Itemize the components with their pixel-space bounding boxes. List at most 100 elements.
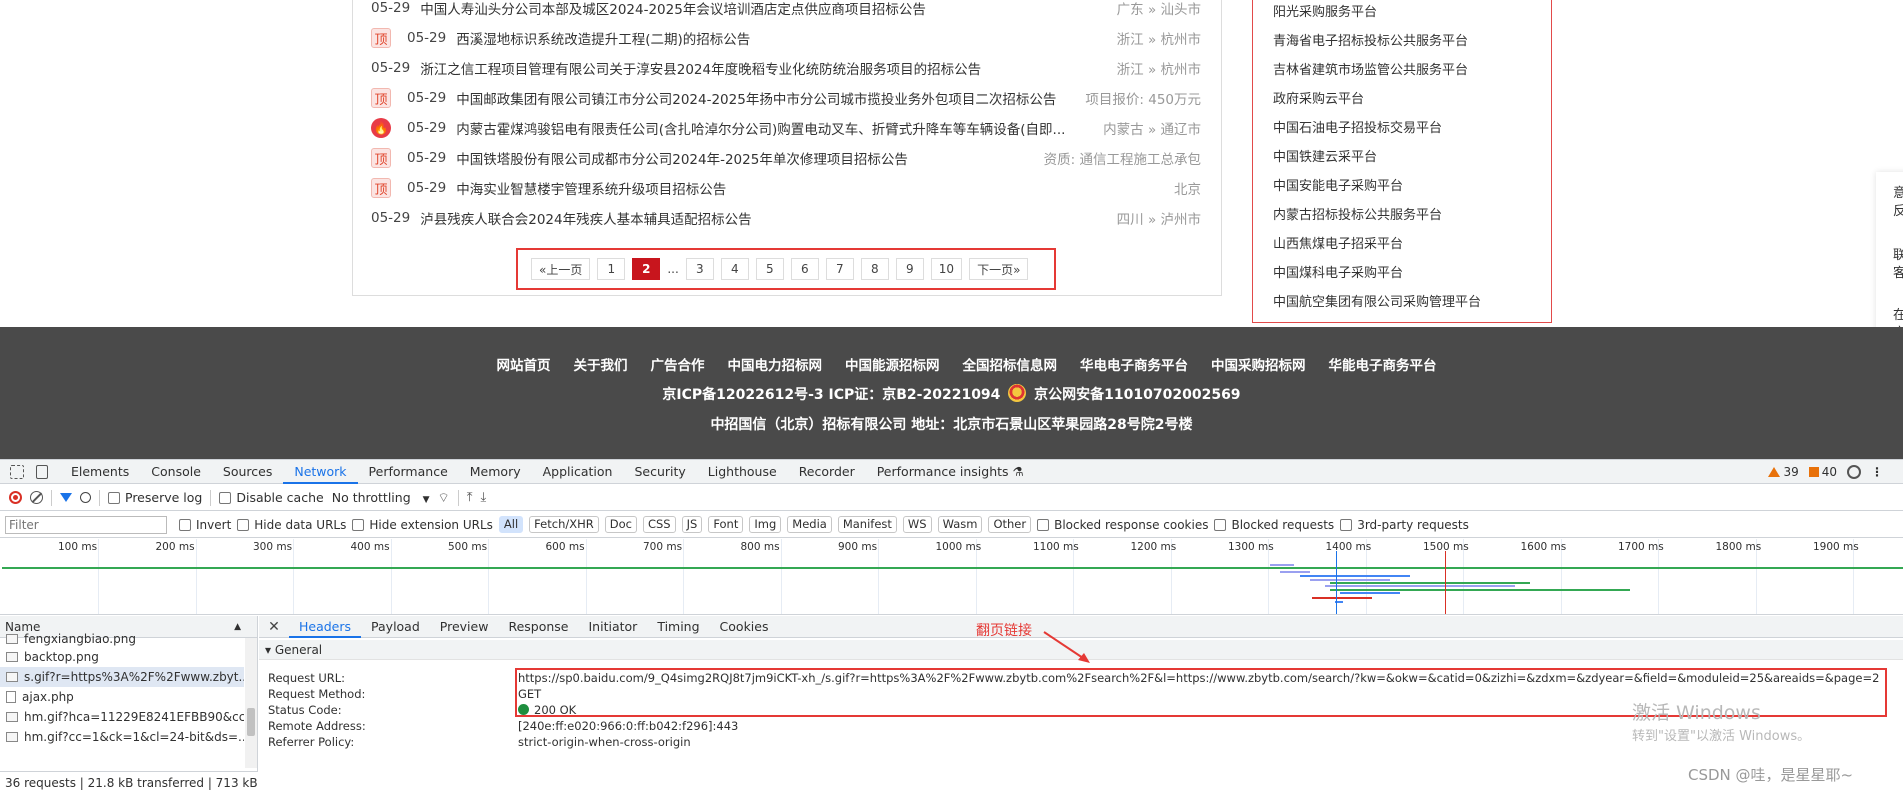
blocked-requests-checkbox[interactable]: Blocked requests bbox=[1214, 518, 1334, 532]
footer-link[interactable]: 网站首页 bbox=[497, 354, 551, 374]
tab-cookies[interactable]: Cookies bbox=[710, 616, 779, 638]
device-toolbar-icon[interactable] bbox=[36, 464, 48, 479]
issues-count[interactable]: 40 bbox=[1808, 465, 1837, 479]
tab-lighthouse[interactable]: Lighthouse bbox=[697, 460, 788, 484]
platform-link[interactable]: 中国煤科电子采购平台 bbox=[1273, 262, 1403, 281]
item-region[interactable]: 内蒙古 » 通辽市 bbox=[1103, 118, 1201, 138]
platform-link[interactable]: 中国航空集团有限公司采购管理平台 bbox=[1273, 291, 1481, 310]
type-filter-manifest[interactable]: Manifest bbox=[837, 516, 897, 533]
tab-console[interactable]: Console bbox=[140, 460, 212, 484]
request-row[interactable]: hm.gif?hca=11229E8241EFBB90&cc... bbox=[0, 707, 244, 727]
hide-extension-urls-checkbox[interactable]: Hide extension URLs bbox=[352, 518, 493, 532]
page-button[interactable]: 3 bbox=[685, 258, 714, 280]
footer-link[interactable]: 中国采购招标网 bbox=[1211, 354, 1306, 374]
item-title[interactable]: 浙江之信工程项目管理有限公司关于淳安县2024年度晚稻专业化统防统治服务项目的招… bbox=[420, 58, 1106, 78]
footer-link[interactable]: 全国招标信息网 bbox=[963, 354, 1058, 374]
search-icon[interactable] bbox=[80, 492, 91, 503]
item-title[interactable]: 泸县残疾人联合会2024年残疾人基本辅具适配招标公告 bbox=[420, 208, 1106, 228]
import-har-icon[interactable]: ⤒ bbox=[467, 490, 473, 505]
type-filter-media[interactable]: Media bbox=[787, 516, 832, 533]
request-url-value[interactable]: https://sp0.baidu.com/9_Q4simg2RQJ8t7jm9… bbox=[518, 671, 1879, 685]
tab-elements[interactable]: Elements bbox=[60, 460, 140, 484]
third-party-checkbox[interactable]: 3rd-party requests bbox=[1340, 518, 1469, 532]
current-page-button[interactable]: 2 bbox=[632, 258, 661, 280]
tab-initiator[interactable]: Initiator bbox=[579, 616, 648, 638]
network-conditions-icon[interactable]: ⌔ bbox=[438, 490, 450, 506]
footer-link[interactable]: 华电电子商务平台 bbox=[1080, 354, 1188, 374]
tab-performance-insights[interactable]: Performance insights ⚗ bbox=[866, 460, 1035, 484]
footer-link[interactable]: 关于我们 bbox=[574, 354, 628, 374]
list-item[interactable]: 05-29 浙江之信工程项目管理有限公司关于淳安县2024年度晚稻专业化统防统治… bbox=[371, 53, 1201, 83]
item-title[interactable]: 中国铁塔股份有限公司成都市分公司2024年-2025年单次修理项目招标公告 bbox=[456, 148, 1033, 168]
network-overview[interactable]: 100 ms 200 ms 300 ms 400 ms 500 ms 600 ms 700 … bbox=[0, 539, 1903, 615]
item-region[interactable]: 浙江 » 杭州市 bbox=[1117, 28, 1201, 48]
tab-memory[interactable]: Memory bbox=[459, 460, 532, 484]
request-method-value[interactable]: GET bbox=[518, 687, 541, 701]
prev-page-button[interactable]: «上一页 bbox=[531, 258, 591, 280]
platform-link[interactable]: 内蒙古招标投标公共服务平台 bbox=[1273, 204, 1442, 223]
hide-data-urls-checkbox[interactable]: Hide data URLs bbox=[237, 518, 346, 532]
close-icon[interactable]: ✕ bbox=[259, 619, 289, 635]
footer-link[interactable]: 广告合作 bbox=[651, 354, 705, 374]
page-button[interactable]: 1 bbox=[597, 258, 626, 280]
platform-link[interactable]: 阳光采购服务平台 bbox=[1273, 1, 1377, 20]
request-list-scrollbar[interactable] bbox=[245, 638, 257, 768]
feedback-button[interactable]: 意见 反馈 bbox=[1876, 185, 1903, 221]
type-filter-wasm[interactable]: Wasm bbox=[937, 516, 983, 533]
page-button[interactable]: 9 bbox=[895, 258, 924, 280]
public-security-record[interactable]: 京公网安备11010702002569 bbox=[1034, 387, 1240, 403]
type-filter-other[interactable]: Other bbox=[988, 516, 1032, 533]
page-button[interactable]: 8 bbox=[860, 258, 889, 280]
tab-application[interactable]: Application bbox=[532, 460, 624, 484]
tab-timing[interactable]: Timing bbox=[647, 616, 709, 638]
list-item[interactable]: 05-29 中国人寿汕头分公司本部及城区2024-2025年会议培训酒店定点供应… bbox=[371, 0, 1201, 23]
item-title[interactable]: 西溪湿地标识系统改造提升工程(二期)的招标公告 bbox=[456, 28, 1106, 48]
platform-link[interactable]: 中国铁建云采平台 bbox=[1273, 146, 1377, 165]
blocked-cookies-checkbox[interactable]: Blocked response cookies bbox=[1037, 518, 1208, 532]
platform-link[interactable]: 山西焦煤电子招采平台 bbox=[1273, 233, 1403, 252]
type-filter-font[interactable]: Font bbox=[708, 516, 744, 533]
tab-network[interactable]: Network bbox=[283, 460, 358, 484]
contact-service-button[interactable]: 联系 客服 bbox=[1876, 247, 1903, 283]
item-title[interactable]: 中海实业智慧楼宇管理系统升级项目招标公告 bbox=[456, 178, 1164, 198]
page-button[interactable]: 10 bbox=[930, 258, 963, 280]
footer-link[interactable]: 中国能源招标网 bbox=[845, 354, 940, 374]
icp-license[interactable]: 京ICP备12022612号-3 ICP证：京B2-20221094 bbox=[662, 387, 1000, 403]
item-title[interactable]: 中国人寿汕头分公司本部及城区2024-2025年会议培训酒店定点供应商项目招标公… bbox=[420, 0, 1106, 18]
tab-payload[interactable]: Payload bbox=[361, 616, 430, 638]
type-filter-js[interactable]: JS bbox=[681, 516, 703, 533]
item-title[interactable]: 中国邮政集团有限公司镇江市分公司2024-2025年扬中市分公司城市揽投业务外包… bbox=[456, 88, 1075, 108]
type-filter-all[interactable]: All bbox=[498, 516, 524, 533]
scrollbar-thumb[interactable] bbox=[247, 708, 255, 736]
page-button[interactable]: 5 bbox=[755, 258, 784, 280]
type-filter-ws[interactable]: WS bbox=[902, 516, 932, 533]
footer-link[interactable]: 中国电力招标网 bbox=[728, 354, 823, 374]
page-button[interactable]: 7 bbox=[825, 258, 854, 280]
list-item[interactable]: 顶 05-29 中国铁塔股份有限公司成都市分公司2024年-2025年单次修理项… bbox=[371, 143, 1201, 173]
filter-icon[interactable] bbox=[60, 493, 72, 502]
list-item[interactable]: 顶 05-29 西溪湿地标识系统改造提升工程(二期)的招标公告 浙江 » 杭州市 bbox=[371, 23, 1201, 53]
invert-checkbox[interactable]: Invert bbox=[179, 518, 231, 532]
platform-link[interactable]: 青海省电子招标投标公共服务平台 bbox=[1273, 30, 1468, 49]
type-filter-doc[interactable]: Doc bbox=[604, 516, 637, 533]
throttling-select[interactable]: No throttling ▼ bbox=[332, 490, 430, 505]
inspect-element-icon[interactable] bbox=[10, 464, 24, 479]
tab-performance[interactable]: Performance bbox=[358, 460, 459, 484]
tab-recorder[interactable]: Recorder bbox=[788, 460, 866, 484]
more-options-icon[interactable]: ⋮ bbox=[1871, 465, 1883, 479]
filter-input[interactable] bbox=[5, 515, 167, 534]
gear-icon[interactable] bbox=[1847, 465, 1861, 479]
item-title[interactable]: 内蒙古霍煤鸿骏铝电有限责任公司(含扎哈淖尔分公司)购置电动叉车、折臂式升降车等车… bbox=[456, 118, 1093, 138]
record-icon[interactable] bbox=[9, 491, 22, 504]
referrer-policy-value[interactable]: strict-origin-when-cross-origin bbox=[518, 735, 691, 749]
platform-link[interactable]: 中国石油电子招投标交易平台 bbox=[1273, 117, 1442, 136]
page-button[interactable]: 6 bbox=[790, 258, 819, 280]
page-button[interactable]: 4 bbox=[720, 258, 749, 280]
tab-headers[interactable]: Headers bbox=[289, 616, 362, 638]
platform-link[interactable]: 政府采购云平台 bbox=[1273, 88, 1364, 107]
request-row[interactable]: fengxiangbiao.png bbox=[0, 632, 244, 646]
list-item[interactable]: 🔥 05-29 内蒙古霍煤鸿骏铝电有限责任公司(含扎哈淖尔分公司)购置电动叉车、… bbox=[371, 113, 1201, 143]
tab-security[interactable]: Security bbox=[623, 460, 696, 484]
clear-icon[interactable] bbox=[30, 491, 43, 504]
platform-link[interactable]: 吉林省建筑市场监管公共服务平台 bbox=[1273, 59, 1468, 78]
